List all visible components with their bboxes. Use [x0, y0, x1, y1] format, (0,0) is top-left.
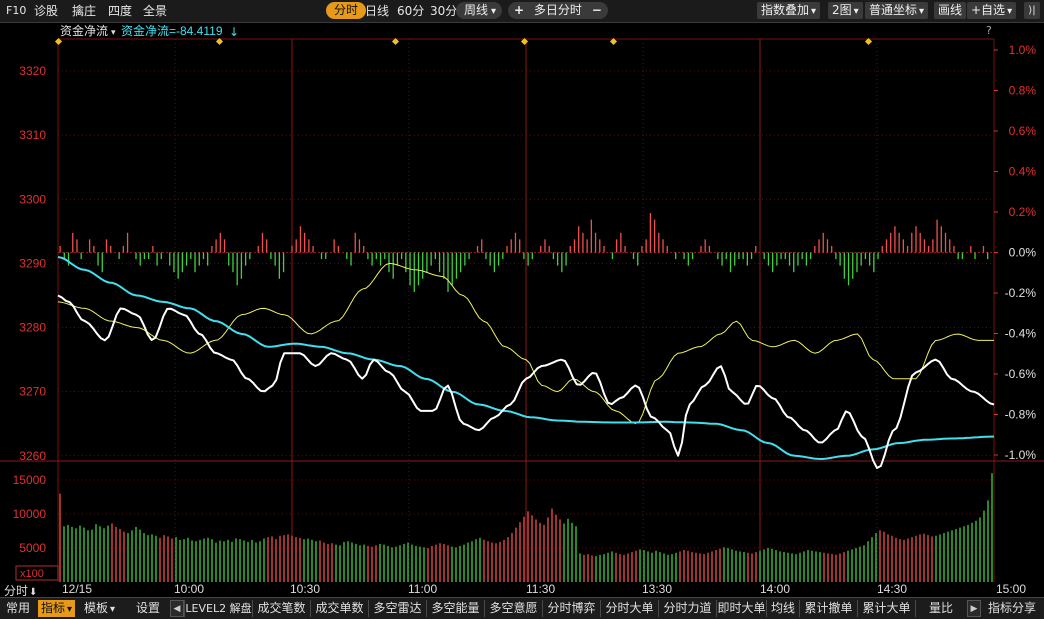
tab-weekly[interactable]: 周线 ▾: [456, 2, 503, 19]
price-tick-label: 3310: [19, 128, 46, 142]
indicators-label: 指标: [41, 601, 66, 615]
pct-tick-label: 0.4%: [1009, 165, 1037, 179]
indicator-tab-bar: 常用 指标 ▾ 模板 ▾ 设置 ◀ LEVEL2 解盘 成交笔数 成交单数 多空雷达…: [0, 597, 1044, 619]
draw-line-button[interactable]: 画线: [934, 2, 967, 19]
pct-tick-label: 0.6%: [1009, 124, 1037, 138]
pct-tick-label: -0.2%: [1005, 286, 1037, 300]
chevron-down-icon: ▾: [919, 6, 925, 17]
chart-axes: 3320 3310 3300 3290 3280 3270 3260 1.0% 0.8% 0.6%…: [13, 43, 1037, 555]
pct-tick-label: 0.0%: [1009, 246, 1037, 260]
tab-instant-large[interactable]: 即时大单: [716, 600, 766, 617]
tab-bull-bear-radar[interactable]: 多空雷达: [368, 600, 426, 617]
tab-level2[interactable]: LEVEL2 解盘: [184, 600, 252, 617]
multi-day-label: 多日分时: [533, 3, 582, 17]
tab-moving-average[interactable]: 均线: [766, 600, 799, 617]
time-tick: 14:30: [877, 582, 908, 596]
time-axis: 分时⬇ 12/15 10:00 10:30 11:00 11:30 13:30 …: [0, 582, 1044, 598]
indicator-value: 资金净流=-84.4119: [121, 23, 223, 38]
collapse-icon[interactable]: ⟩|: [1024, 2, 1040, 19]
time-tick: 13:30: [642, 582, 673, 596]
dragon-button[interactable]: 擒庄: [72, 3, 96, 19]
pct-tick-label: -0.6%: [1005, 367, 1037, 381]
time-tick: 14:00: [760, 582, 791, 596]
settings-button[interactable]: 设置: [136, 600, 160, 617]
tab-daily[interactable]: 日线: [365, 3, 389, 19]
time-tick: 11:00: [408, 582, 438, 596]
chart-grid: [0, 38, 1044, 582]
down-arrow-icon: ↓: [229, 25, 239, 39]
time-tick: 12/15: [62, 582, 93, 596]
f10-button[interactable]: F10: [6, 3, 26, 19]
tab-intraday-game[interactable]: 分时博弈: [542, 600, 600, 617]
tab-cumulative-large[interactable]: 累计大单: [857, 600, 915, 617]
tab-bull-bear-energy[interactable]: 多空能量: [426, 600, 484, 617]
tab-intraday-large[interactable]: 分时大单: [600, 600, 658, 617]
price-tick-label: 3290: [19, 256, 46, 270]
chevron-down-icon: ▾: [853, 6, 859, 17]
common-button[interactable]: 常用: [6, 600, 30, 617]
price-tick-label: 3270: [19, 385, 46, 399]
time-tick: 15:00: [996, 582, 1027, 596]
chevron-down-icon[interactable]: ▾: [111, 28, 116, 38]
pct-tick-label: 0.2%: [1009, 205, 1037, 219]
plus-icon[interactable]: +: [514, 3, 524, 17]
scroll-right-icon[interactable]: ▶: [967, 600, 981, 617]
fund-flow-bars: [59, 213, 989, 292]
pct-tick-label: -1.0%: [1005, 448, 1037, 462]
chevron-down-icon: ▾: [67, 604, 73, 615]
tab-60min[interactable]: 60分: [397, 3, 424, 19]
chevron-down-icon: ▾: [1007, 6, 1013, 17]
chevron-down-icon: ▾: [110, 604, 116, 615]
scroll-left-icon[interactable]: ◀: [170, 600, 184, 617]
pct-tick-label: 1.0%: [1009, 43, 1037, 57]
volume-unit: x100: [20, 568, 44, 580]
tab-trade-count[interactable]: 成交笔数: [252, 600, 310, 617]
price-tick-label: 3300: [19, 192, 46, 206]
self-select-button[interactable]: +自选 ▾: [967, 2, 1017, 19]
intraday-chart[interactable]: 3320 3310 3300 3290 3280 3270 3260 1.0% 0.8% 0.6%…: [0, 22, 1044, 582]
template-button[interactable]: 模板 ▾: [84, 600, 115, 617]
tab-volume-ratio[interactable]: 量比: [915, 600, 966, 617]
price-tick-label: 3320: [19, 64, 46, 78]
price-tick-label: 3280: [19, 321, 46, 335]
pct-tick-label: -0.4%: [1005, 327, 1037, 341]
tab-intraday-force[interactable]: 分时力道: [658, 600, 716, 617]
share-indicator-button[interactable]: 指标分享: [988, 600, 1036, 617]
top-toolbar: F10 诊股 擒庄 四度 全景 分时 日线 60分 30分 周线 ▾ + 多日分时…: [0, 0, 1044, 23]
time-tick: 10:30: [290, 582, 321, 596]
chevron-down-icon: ▾: [491, 6, 497, 17]
diagnose-button[interactable]: 诊股: [34, 3, 58, 19]
volume-tick-label: 10000: [13, 507, 47, 521]
coord-mode-button[interactable]: 普通坐标 ▾: [865, 2, 929, 19]
price-tick-label: 3260: [19, 449, 46, 463]
indicators-button[interactable]: 指标 ▾: [38, 600, 76, 617]
tab-intraday[interactable]: 分时: [326, 2, 367, 19]
indicator-name[interactable]: 资金净流: [60, 23, 108, 38]
volume-tick-label: 15000: [13, 473, 47, 487]
coord-mode-label: 普通坐标: [869, 3, 918, 17]
chevron-down-icon: ▾: [811, 6, 817, 17]
panorama-button[interactable]: 全景: [143, 3, 167, 19]
tab-30min[interactable]: 30分: [430, 3, 457, 19]
index-overlay-button[interactable]: 指数叠加 ▾: [757, 2, 821, 19]
minus-icon[interactable]: −: [592, 3, 602, 17]
time-mode-text: 分时: [4, 584, 29, 598]
pct-tick-label: 0.8%: [1009, 84, 1037, 98]
two-charts-label: 2图: [832, 3, 852, 17]
two-charts-button[interactable]: 2图 ▾: [828, 2, 863, 19]
time-tick: 10:00: [174, 582, 205, 596]
self-select-label: +自选: [971, 3, 1006, 17]
template-label: 模板: [84, 601, 109, 615]
volume-tick-label: 5000: [19, 541, 46, 555]
tab-bull-bear-will[interactable]: 多空意愿: [484, 600, 542, 617]
tab-weekly-label: 周线: [464, 3, 489, 17]
tab-order-count[interactable]: 成交单数: [310, 600, 368, 617]
tab-cumulative-cancel[interactable]: 累计撤单: [799, 600, 857, 617]
pct-tick-label: -0.8%: [1005, 408, 1037, 422]
multi-day-control: + 多日分时 −: [508, 2, 608, 19]
help-icon[interactable]: ?: [986, 24, 992, 37]
time-tick: 11:30: [526, 582, 556, 596]
index-overlay-label: 指数叠加: [761, 3, 810, 17]
four-degree-button[interactable]: 四度: [108, 3, 132, 19]
